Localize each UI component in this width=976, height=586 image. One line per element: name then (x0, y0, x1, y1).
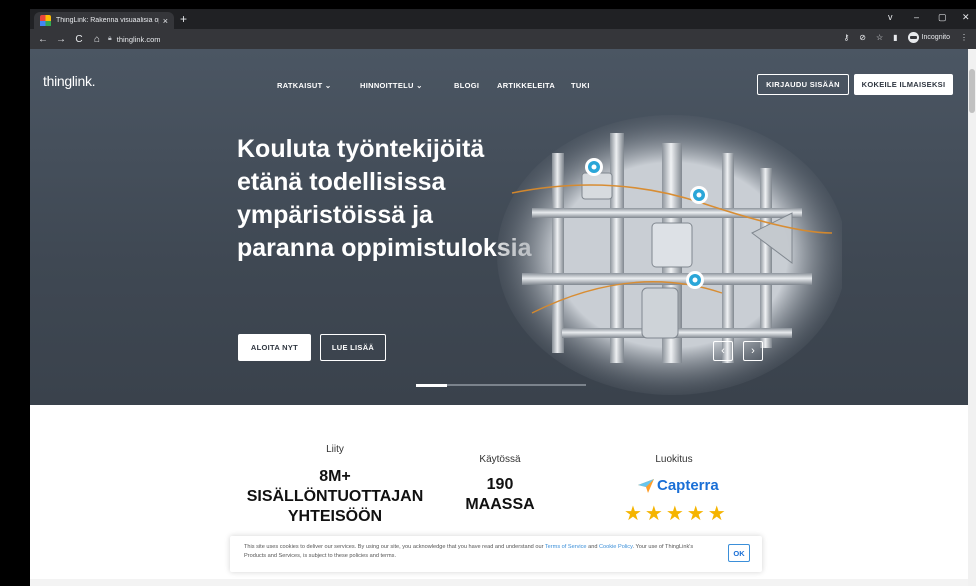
stat-community-value-3: YHTEISÖÖN (287, 508, 383, 525)
incognito-indicator[interactable]: Incognito (907, 32, 950, 43)
tab-close-icon[interactable]: × (163, 16, 168, 26)
cookie-banner: This site uses cookies to deliver our se… (230, 536, 762, 572)
page-scrollbar[interactable] (968, 49, 976, 586)
stat-countries-value-1: 190 (486, 476, 514, 493)
reload-icon[interactable]: C (74, 34, 84, 45)
star-icon[interactable]: ☆ (876, 33, 883, 42)
free-trial-button[interactable]: KOKEILE ILMAISEKSI (854, 74, 953, 95)
key-icon[interactable]: ⚷ (843, 33, 849, 42)
terms-of-service-link[interactable]: Terms of Service (545, 544, 587, 550)
tab-strip: ThingLink: Rakenna visuaalisia op × + v … (30, 9, 976, 29)
industrial-pipes-image (497, 115, 842, 395)
read-more-button[interactable]: LUE LISÄÄ (320, 334, 386, 361)
tab-search-icon[interactable]: v (888, 12, 893, 22)
back-icon[interactable]: ← (38, 34, 48, 45)
sidepanel-icon[interactable]: ▮ (893, 33, 897, 42)
incognito-icon (907, 32, 919, 43)
nav-blogi[interactable]: BLOGI (454, 81, 479, 90)
tab-title: ThingLink: Rakenna visuaalisia op (56, 17, 159, 24)
hotspot-icon (690, 186, 708, 204)
stat-rating: Luokitus (624, 454, 724, 465)
section-divider (30, 579, 968, 586)
forward-icon[interactable]: → (56, 34, 66, 45)
stat-community-label: Liity (326, 444, 344, 455)
stat-community: Liity 8M+ SISÄLLÖNTUOTTAJAN YHTEISÖÖN (230, 444, 440, 527)
menu-icon[interactable]: ⋮ (960, 33, 968, 42)
stat-rating-label: Luokitus (655, 454, 693, 465)
cookie-text-b: and (586, 544, 599, 550)
stat-countries-label: Käytössä (479, 454, 521, 465)
start-now-button[interactable]: ALOITA NYT (238, 334, 311, 361)
nav-hinnoittelu[interactable]: HINNOITTELU ⌄ (360, 81, 423, 90)
minimize-button[interactable]: – (914, 12, 919, 22)
nav-artikkeleita[interactable]: ARTIKKELEITA (497, 81, 555, 90)
incognito-label: Incognito (921, 34, 950, 41)
hotspot-icon (585, 158, 603, 176)
scrollbar-thumb[interactable] (969, 69, 975, 113)
capterra-name: Capterra (657, 477, 719, 494)
cookie-text: This site uses cookies to deliver our se… (244, 543, 714, 561)
carousel-next-button[interactable]: › (743, 341, 763, 361)
home-icon[interactable]: ⌂ (92, 34, 102, 45)
browser-tab[interactable]: ThingLink: Rakenna visuaalisia op × (34, 12, 174, 29)
nav-tuki[interactable]: TUKI (571, 81, 590, 90)
hero-section: thinglink. RATKAISUT ⌄ HINNOITTELU ⌄ BLO… (30, 49, 968, 405)
nav-ratkaisut[interactable]: RATKAISUT ⌄ (277, 81, 331, 90)
stat-community-value-2: SISÄLLÖNTUOTTAJAN (246, 488, 424, 505)
carousel-prev-button[interactable]: ‹ (713, 341, 733, 361)
toolbar-actions: ⚷ ⊘ ☆ ▮ Incognito ⋮ (843, 32, 968, 43)
thinglink-logo[interactable]: thinglink. (43, 73, 96, 89)
close-window-button[interactable]: ✕ (962, 12, 970, 23)
cookie-text-a: This site uses cookies to deliver our se… (244, 544, 545, 550)
hotspot-icon (686, 271, 704, 289)
slide-progress-fill (416, 383, 447, 387)
stat-countries-value-2: MAASSA (465, 496, 535, 513)
thinglink-favicon-icon (40, 15, 51, 26)
eye-off-icon[interactable]: ⊘ (859, 33, 866, 42)
browser-toolbar: ← → C ⌂ 🔒︎ thinglink.com ⚷ ⊘ ☆ ▮ Incogni… (30, 29, 976, 49)
web-page: thinglink. RATKAISUT ⌄ HINNOITTELU ⌄ BLO… (30, 49, 976, 586)
capterra-arrow-icon (638, 478, 654, 493)
cookie-ok-button[interactable]: OK (728, 544, 750, 562)
browser-window: ThingLink: Rakenna visuaalisia op × + v … (30, 9, 976, 586)
restore-button[interactable]: ▢ (938, 12, 947, 23)
stat-community-value-1: 8M+ (319, 468, 351, 485)
url-text: thinglink.com (116, 34, 161, 44)
address-bar[interactable]: 🔒︎ thinglink.com (108, 32, 161, 46)
login-button[interactable]: KIRJAUDU SISÄÄN (757, 74, 849, 95)
rating-stars-icon: ★★★★★ (624, 503, 729, 525)
cookie-policy-link[interactable]: Cookie Policy (599, 544, 632, 550)
slide-progress-bar (416, 383, 586, 387)
lock-icon: 🔒︎ (108, 35, 112, 42)
capterra-logo[interactable]: Capterra (638, 477, 719, 494)
screen: ThingLink: Rakenna visuaalisia op × + v … (0, 0, 976, 586)
new-tab-button[interactable]: + (180, 12, 187, 26)
stat-countries: Käytössä 190 MAASSA (450, 454, 550, 515)
